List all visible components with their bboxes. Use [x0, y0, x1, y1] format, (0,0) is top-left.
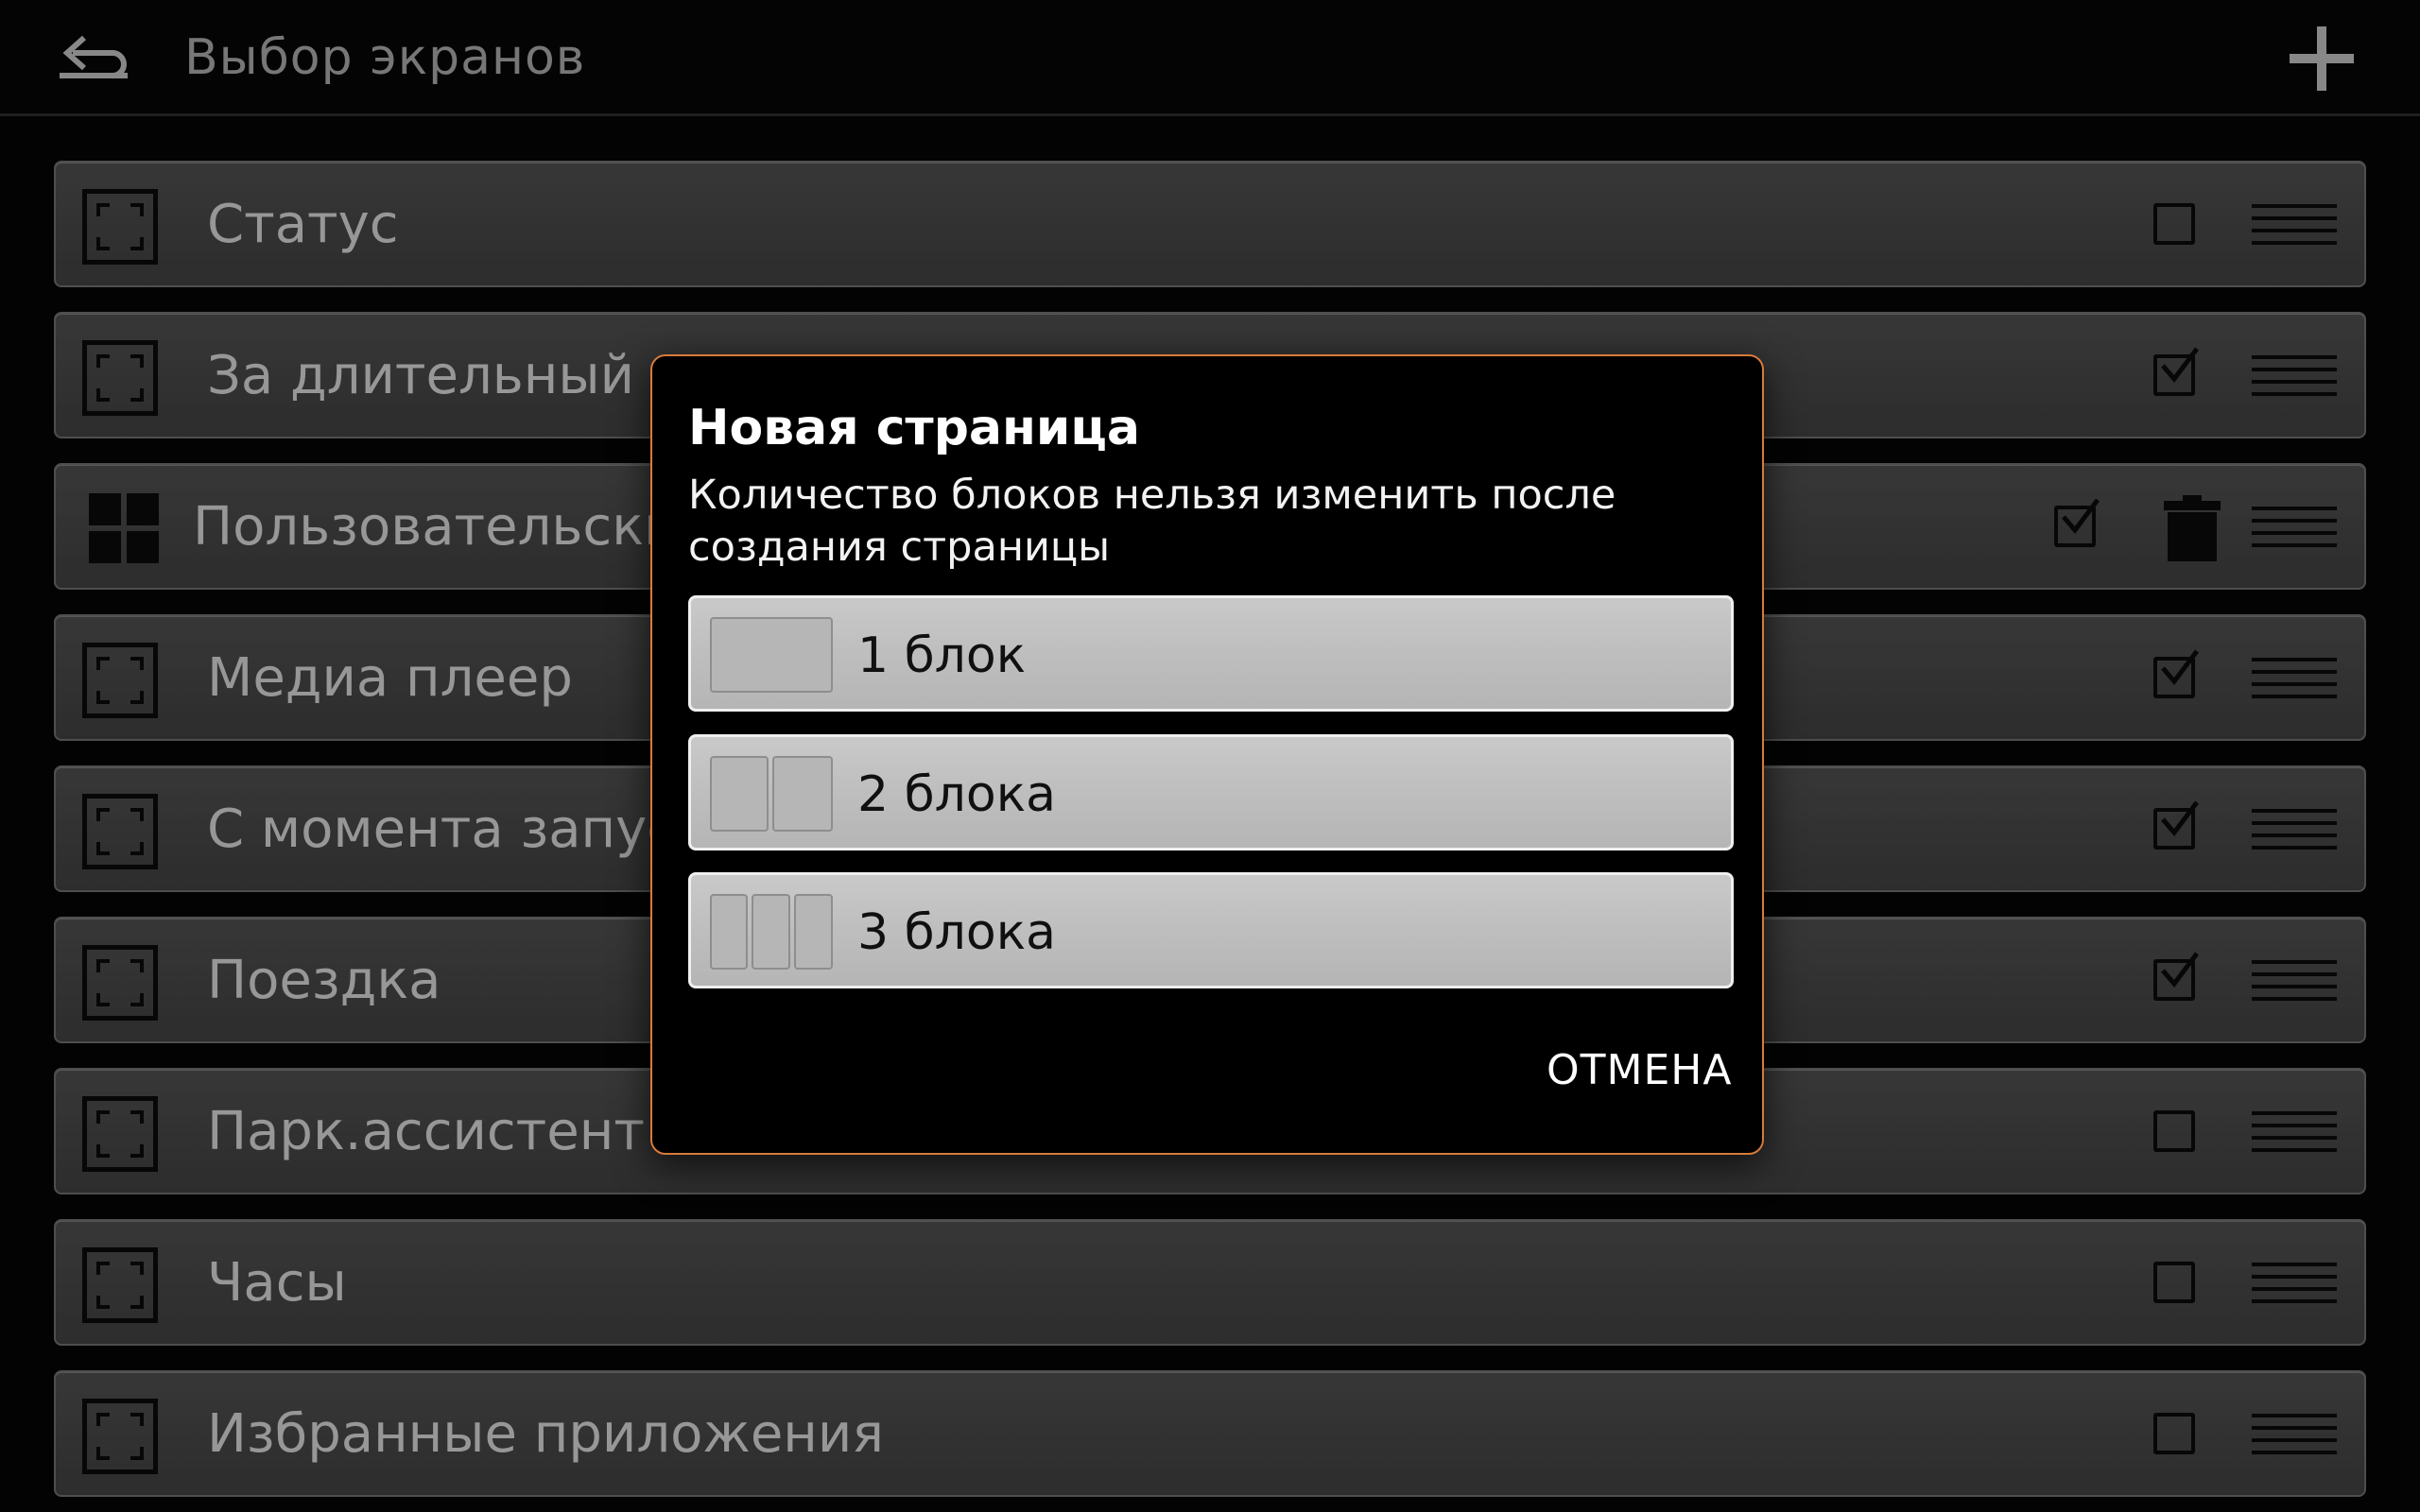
new-page-dialog: Новая страница Количество блоков нельзя …: [650, 354, 1764, 1155]
option-3-blocks-button[interactable]: 3 блока: [688, 872, 1734, 988]
option-label: 3 блока: [857, 904, 1057, 961]
dialog-message: Количество блоков нельзя изменить после …: [688, 472, 1616, 571]
option-2-blocks-button[interactable]: 2 блока: [688, 734, 1734, 850]
option-label: 1 блок: [857, 627, 1027, 684]
option-label: 2 блока: [857, 766, 1057, 823]
option-1-block-button[interactable]: 1 блок: [688, 595, 1734, 712]
dialog-title: Новая страница: [688, 400, 1141, 456]
cancel-button[interactable]: ОТМЕНА: [1547, 1044, 1732, 1097]
